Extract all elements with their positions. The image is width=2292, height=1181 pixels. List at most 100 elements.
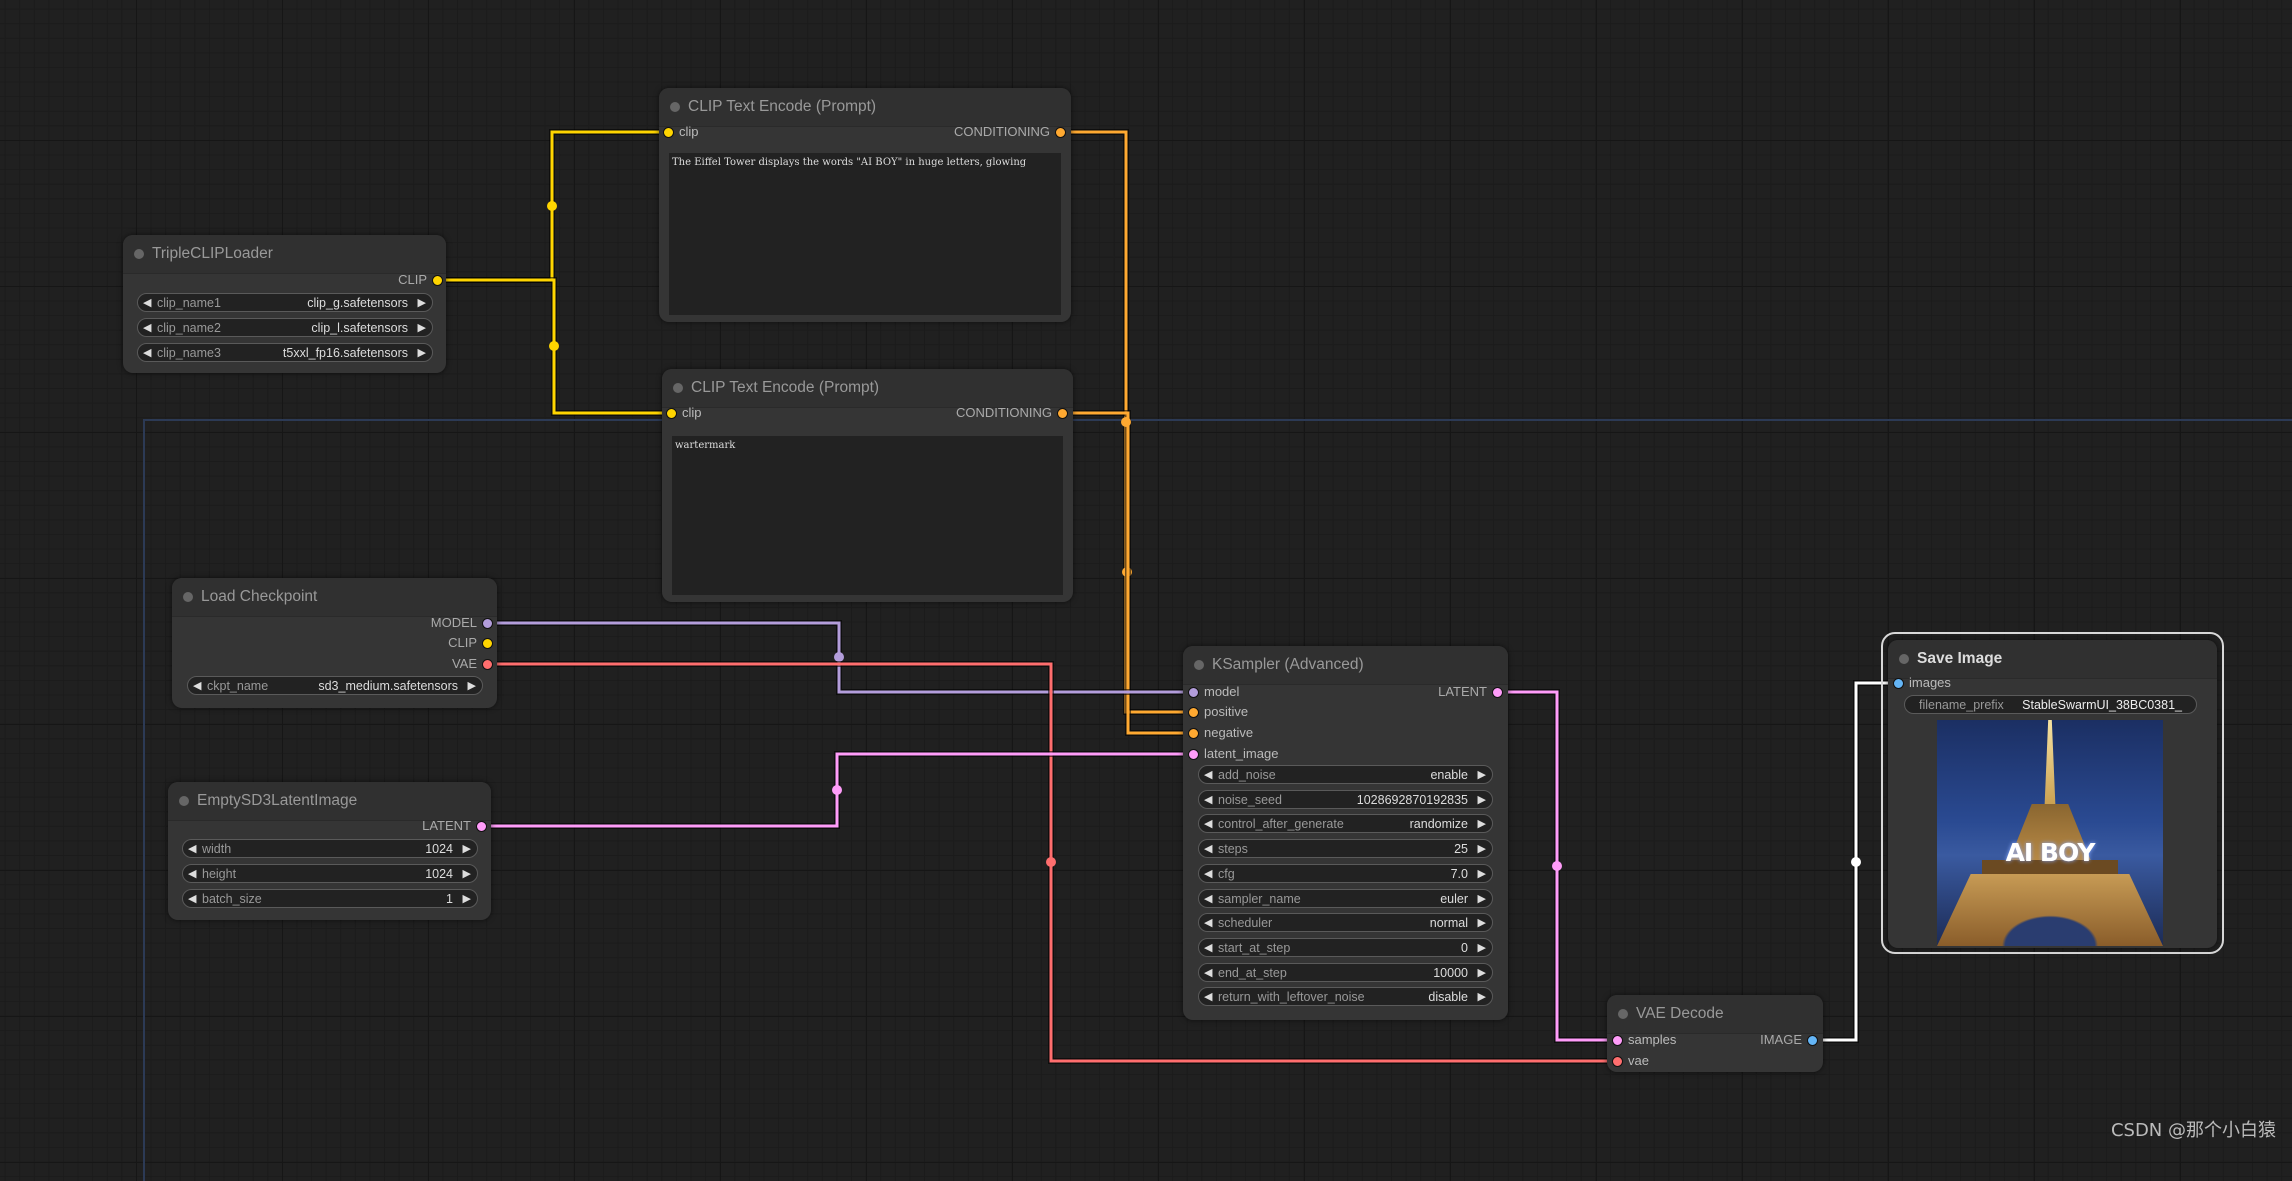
- decrement-arrow-icon[interactable]: ◀: [188, 890, 196, 909]
- decrement-arrow-icon[interactable]: ◀: [143, 319, 151, 338]
- widget-cfg[interactable]: ◀ cfg 7.0 ▶: [1198, 863, 1493, 884]
- collapse-dot-icon[interactable]: [183, 592, 193, 602]
- output-slot-clip[interactable]: CLIP: [448, 633, 493, 653]
- increment-arrow-icon[interactable]: ▶: [463, 840, 471, 859]
- pin-icon[interactable]: [1893, 678, 1904, 689]
- decrement-arrow-icon[interactable]: ◀: [1204, 815, 1212, 834]
- pin-icon[interactable]: [1188, 728, 1199, 739]
- output-slot-vae[interactable]: VAE: [452, 654, 493, 674]
- decrement-arrow-icon[interactable]: ◀: [1204, 988, 1212, 1007]
- collapse-dot-icon[interactable]: [134, 249, 144, 259]
- pin-icon[interactable]: [663, 127, 674, 138]
- increment-arrow-icon[interactable]: ▶: [1478, 840, 1486, 859]
- decrement-arrow-icon[interactable]: ◀: [1204, 914, 1212, 933]
- increment-arrow-icon[interactable]: ▶: [1478, 815, 1486, 834]
- node-triple-clip-loader[interactable]: TripleCLIPLoader CLIP ◀ clip_name1 clip_g.…: [123, 235, 446, 373]
- node-clip-text-encode-positive[interactable]: CLIP Text Encode (Prompt) clip CONDITION…: [659, 88, 1071, 322]
- node-save-image[interactable]: Save Image images filename_prefix StableS…: [1888, 640, 2217, 948]
- node-title[interactable]: VAE Decode: [1607, 995, 1823, 1034]
- collapse-dot-icon[interactable]: [179, 796, 189, 806]
- node-empty-sd3-latent-image[interactable]: EmptySD3LatentImage LATENT ◀ width 1024 ▶ ◀…: [168, 782, 491, 920]
- pin-icon[interactable]: [1612, 1056, 1623, 1067]
- output-slot-conditioning[interactable]: CONDITIONING: [956, 403, 1068, 423]
- decrement-arrow-icon[interactable]: ◀: [1204, 840, 1212, 859]
- output-slot-clip[interactable]: CLIP: [398, 270, 443, 290]
- increment-arrow-icon[interactable]: ▶: [1478, 939, 1486, 958]
- input-slot-latent-image[interactable]: latent_image: [1188, 744, 1278, 764]
- graph-canvas[interactable]: TripleCLIPLoader CLIP ◀ clip_name1 clip_g.…: [0, 0, 2292, 1181]
- pin-icon[interactable]: [1612, 1035, 1623, 1046]
- pin-icon[interactable]: [1188, 749, 1199, 760]
- output-slot-image[interactable]: IMAGE: [1760, 1030, 1818, 1050]
- image-preview[interactable]: AI BOY: [1937, 720, 2163, 946]
- output-slot-model[interactable]: MODEL: [431, 613, 493, 633]
- increment-arrow-icon[interactable]: ▶: [463, 890, 471, 909]
- pin-icon[interactable]: [1188, 687, 1199, 698]
- node-title[interactable]: Load Checkpoint: [172, 578, 497, 617]
- widget-height[interactable]: ◀ height 1024 ▶: [182, 864, 478, 883]
- collapse-dot-icon[interactable]: [1618, 1009, 1628, 1019]
- collapse-dot-icon[interactable]: [673, 383, 683, 393]
- increment-arrow-icon[interactable]: ▶: [463, 865, 471, 884]
- pin-icon[interactable]: [1188, 707, 1199, 718]
- widget-control-after-generate[interactable]: ◀ control_after_generate randomize ▶: [1198, 814, 1493, 834]
- input-slot-model[interactable]: model: [1188, 682, 1239, 702]
- increment-arrow-icon[interactable]: ▶: [1478, 964, 1486, 983]
- decrement-arrow-icon[interactable]: ◀: [188, 865, 196, 884]
- increment-arrow-icon[interactable]: ▶: [418, 294, 426, 313]
- pin-icon[interactable]: [482, 659, 493, 670]
- increment-arrow-icon[interactable]: ▶: [418, 344, 426, 363]
- widget-add-noise[interactable]: ◀ add_noise enable ▶: [1198, 765, 1493, 784]
- widget-clip-name1[interactable]: ◀ clip_name1 clip_g.safetensors ▶: [137, 293, 433, 312]
- decrement-arrow-icon[interactable]: ◀: [188, 840, 196, 859]
- decrement-arrow-icon[interactable]: ◀: [1204, 890, 1212, 909]
- node-title[interactable]: KSampler (Advanced): [1183, 646, 1508, 685]
- collapse-dot-icon[interactable]: [1899, 654, 1909, 664]
- decrement-arrow-icon[interactable]: ◀: [1204, 939, 1212, 958]
- pin-icon[interactable]: [432, 275, 443, 286]
- decrement-arrow-icon[interactable]: ◀: [1204, 791, 1212, 810]
- collapse-dot-icon[interactable]: [670, 102, 680, 112]
- decrement-arrow-icon[interactable]: ◀: [1204, 964, 1212, 983]
- prompt-textarea[interactable]: wartermark: [672, 436, 1063, 595]
- widget-width[interactable]: ◀ width 1024 ▶: [182, 839, 478, 858]
- output-slot-latent[interactable]: LATENT: [1438, 682, 1503, 702]
- input-slot-vae[interactable]: vae: [1612, 1051, 1649, 1071]
- prompt-textarea[interactable]: The Eiffel Tower displays the words "AI …: [669, 153, 1061, 315]
- node-load-checkpoint[interactable]: Load Checkpoint MODEL CLIP VAE ◀ ckpt_nam…: [172, 578, 497, 708]
- increment-arrow-icon[interactable]: ▶: [1478, 766, 1486, 785]
- decrement-arrow-icon[interactable]: ◀: [1204, 766, 1212, 785]
- widget-sampler-name[interactable]: ◀ sampler_name euler ▶: [1198, 888, 1493, 909]
- decrement-arrow-icon[interactable]: ◀: [1204, 865, 1212, 884]
- pin-icon[interactable]: [1492, 687, 1503, 698]
- output-slot-latent[interactable]: LATENT: [422, 816, 487, 836]
- increment-arrow-icon[interactable]: ▶: [418, 319, 426, 338]
- pin-icon[interactable]: [482, 618, 493, 629]
- collapse-dot-icon[interactable]: [1194, 660, 1204, 670]
- input-slot-samples[interactable]: samples: [1612, 1030, 1676, 1050]
- pin-icon[interactable]: [1057, 408, 1068, 419]
- increment-arrow-icon[interactable]: ▶: [1478, 988, 1486, 1007]
- node-title[interactable]: TripleCLIPLoader: [123, 235, 446, 274]
- decrement-arrow-icon[interactable]: ◀: [143, 344, 151, 363]
- pin-icon[interactable]: [1055, 127, 1066, 138]
- widget-start-at-step[interactable]: ◀ start_at_step 0 ▶: [1198, 937, 1493, 958]
- node-vae-decode[interactable]: VAE Decode samples vae IMAGE: [1607, 995, 1823, 1072]
- widget-clip-name2[interactable]: ◀ clip_name2 clip_l.safetensors ▶: [137, 318, 433, 337]
- widget-noise-seed[interactable]: ◀ noise_seed 1028692870192835 ▶: [1198, 789, 1493, 810]
- pin-icon[interactable]: [482, 638, 493, 649]
- node-clip-text-encode-negative[interactable]: CLIP Text Encode (Prompt) clip CONDITION…: [662, 369, 1073, 602]
- widget-steps[interactable]: ◀ steps 25 ▶: [1198, 839, 1493, 859]
- widget-end-at-step[interactable]: ◀ end_at_step 10000 ▶: [1198, 962, 1493, 983]
- input-slot-positive[interactable]: positive: [1188, 702, 1248, 722]
- input-slot-images[interactable]: images: [1893, 673, 1951, 693]
- widget-ckpt-name[interactable]: ◀ ckpt_name sd3_medium.safetensors ▶: [187, 676, 483, 695]
- node-ksampler-advanced[interactable]: KSampler (Advanced) model positive negat…: [1183, 646, 1508, 1020]
- output-slot-conditioning[interactable]: CONDITIONING: [954, 122, 1066, 142]
- input-slot-clip[interactable]: clip: [666, 403, 702, 423]
- decrement-arrow-icon[interactable]: ◀: [193, 677, 201, 696]
- input-slot-clip[interactable]: clip: [663, 122, 699, 142]
- widget-clip-name3[interactable]: ◀ clip_name3 t5xxl_fp16.safetensors ▶: [137, 343, 433, 362]
- pin-icon[interactable]: [666, 408, 677, 419]
- pin-icon[interactable]: [476, 821, 487, 832]
